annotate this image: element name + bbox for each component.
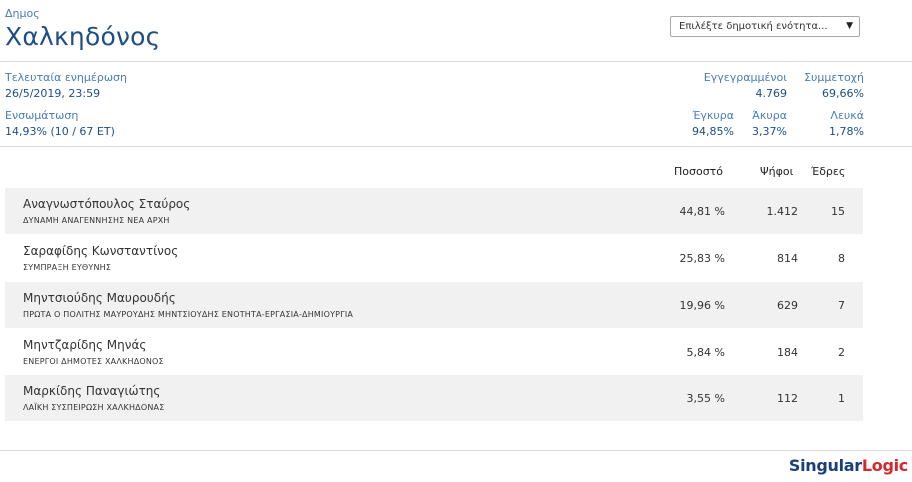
seats-cell: 2 [838, 346, 845, 359]
party-name: ΕΝΕΡΓΟΙ ΔΗΜΟΤΕΣ ΧΑΛΚΗΔΟΝΟΣ [23, 357, 164, 366]
candidate-name: Σαραφίδης Κωνσταντίνος [23, 244, 179, 258]
municipality-kind: Δημος [5, 7, 40, 20]
table-row: Μηντσιούδης Μαυρουδής ΠΡΩΤΑ Ο ΠΟΛΙΤΗΣ ΜΑ… [5, 282, 863, 328]
invalid-label: Άκυρα [752, 109, 787, 122]
last-update-value: 26/5/2019, 23:59 [5, 87, 101, 100]
table-row: Μηντζαρίδης Μηνάς ΕΝΕΡΓΟΙ ΔΗΜΟΤΕΣ ΧΑΛΚΗΔ… [5, 329, 863, 375]
select-placeholder: Επιλέξτε δημοτική ενότητα... [679, 21, 828, 32]
turnout-value: 69,66% [822, 87, 864, 100]
logo-text-part2: Logic [861, 456, 908, 475]
singularlogic-logo: SingularLogic [789, 456, 908, 475]
party-name: ΛΑΪΚΗ ΣΥΣΠΕΙΡΩΣΗ ΧΑΛΚΗΔΟΝΑΣ [23, 403, 165, 412]
blank-label: Λευκά [830, 109, 864, 122]
table-row: Αναγνωστόπουλος Σταύρος ΔΥΝΑΜΗ ΑΝΑΓΕΝΝΗΣ… [5, 188, 863, 234]
turnout-label: Συμμετοχή [804, 71, 864, 84]
candidate-name: Μηντσιούδης Μαυρουδής [23, 291, 176, 305]
percent-cell: 25,83 % [679, 252, 725, 265]
blank-value: 1,78% [829, 125, 864, 138]
registered-value: 4.769 [755, 87, 788, 100]
seats-cell: 15 [831, 205, 845, 218]
percent-cell: 5,84 % [686, 346, 725, 359]
seats-cell: 7 [838, 299, 845, 312]
column-header-percent: Ποσοστό [674, 165, 724, 178]
column-header-votes: Ψήφοι [760, 165, 794, 178]
divider [0, 61, 912, 62]
column-header-seats: Έδρες [811, 165, 846, 178]
integration-label: Ενσωμάτωση [5, 109, 79, 122]
logo-text-part1: Singular [788, 456, 862, 475]
divider [0, 146, 912, 147]
percent-cell: 3,55 % [686, 392, 725, 405]
registered-label: Εγγεγραμμένοι [703, 71, 787, 84]
valid-label: Έγκυρα [692, 109, 734, 122]
percent-cell: 44,81 % [679, 205, 725, 218]
votes-cell: 1.412 [766, 205, 799, 218]
party-name: ΣΥΜΠΡΑΞΗ ΕΥΘΥΝΗΣ [23, 263, 112, 272]
seats-cell: 8 [838, 252, 845, 265]
votes-cell: 814 [777, 252, 798, 265]
divider [0, 450, 912, 451]
table-row: Μαρκίδης Παναγιώτης ΛΑΪΚΗ ΣΥΣΠΕΙΡΩΣΗ ΧΑΛ… [5, 375, 863, 421]
candidate-name: Μηντζαρίδης Μηνάς [23, 338, 147, 352]
votes-cell: 629 [777, 299, 798, 312]
chevron-down-icon: ▼ [846, 21, 853, 31]
votes-cell: 184 [777, 346, 798, 359]
integration-value: 14,93% (10 / 67 ΕΤ) [5, 125, 115, 138]
candidate-name: Μαρκίδης Παναγιώτης [23, 384, 161, 398]
candidate-name: Αναγνωστόπουλος Σταύρος [23, 197, 191, 211]
page-title: Χαλκηδόνος [5, 22, 161, 51]
table-row: Σαραφίδης Κωνσταντίνος ΣΥΜΠΡΑΞΗ ΕΥΘΥΝΗΣ … [5, 235, 863, 281]
party-name: ΠΡΩΤΑ Ο ΠΟΛΙΤΗΣ ΜΑΥΡΟΥΔΗΣ ΜΗΝΤΣΙΟΥΔΗΣ ΕΝ… [23, 310, 354, 319]
seats-cell: 1 [838, 392, 845, 405]
last-update-label: Τελευταία ενημέρωση [5, 71, 127, 84]
valid-value: 94,85% [692, 125, 734, 138]
municipal-unit-select[interactable]: Επιλέξτε δημοτική ενότητα... ▼ [670, 16, 860, 37]
invalid-value: 3,37% [752, 125, 787, 138]
party-name: ΔΥΝΑΜΗ ΑΝΑΓΕΝΝΗΣΗΣ ΝΕΑ ΑΡΧΗ [23, 216, 170, 225]
votes-cell: 112 [777, 392, 798, 405]
percent-cell: 19,96 % [679, 299, 725, 312]
